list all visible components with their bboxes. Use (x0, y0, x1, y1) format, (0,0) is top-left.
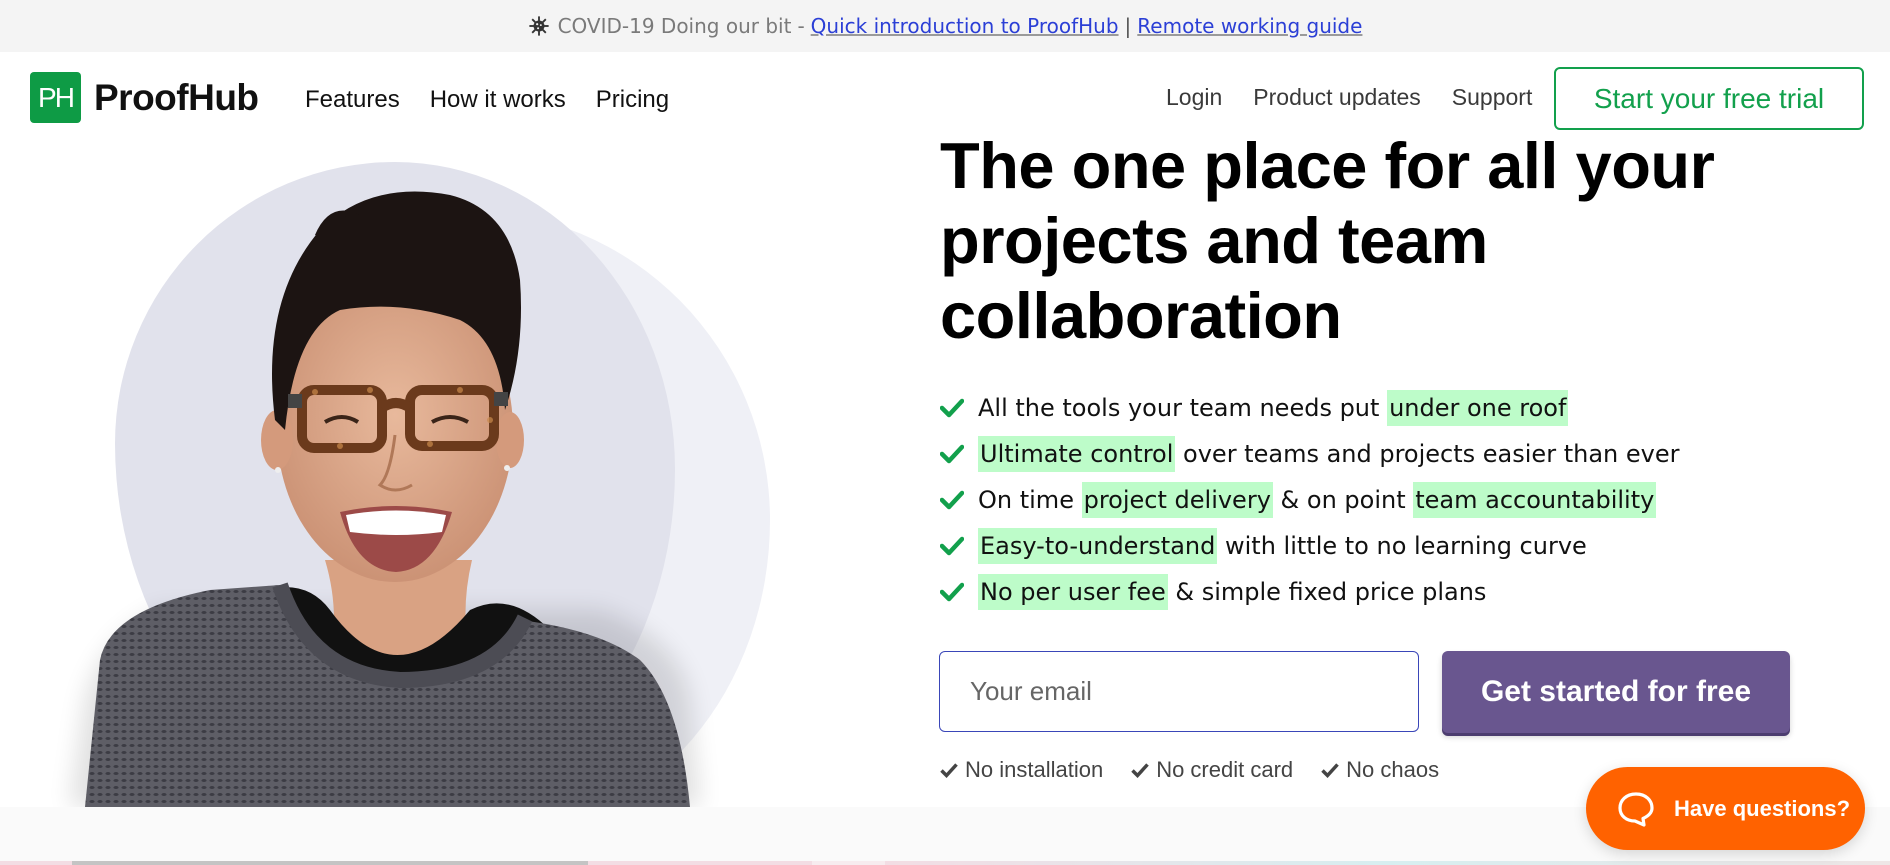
feature-item: No per user fee & simple fixed price pla… (940, 569, 1679, 615)
proofhub-logo[interactable]: PH ProofHub (30, 72, 259, 123)
virus-icon (528, 16, 549, 36)
chat-label: Have questions? (1674, 795, 1851, 821)
next-section-edge (0, 861, 1890, 865)
checkmark-icon (940, 762, 958, 778)
feature-text: & on point (1272, 486, 1414, 514)
feature-highlight: under one roof (1387, 390, 1569, 426)
have-questions-chat-button[interactable]: Have questions? (1586, 767, 1865, 850)
feature-highlight: Easy-to-understand (978, 528, 1218, 564)
perk-text: No installation (965, 757, 1104, 782)
feature-text: & simple fixed price plans (1167, 578, 1487, 606)
checkmark-icon (1321, 762, 1339, 778)
perk-item: No installation (940, 757, 1103, 783)
secondary-nav: Login Product updates Support (1166, 84, 1532, 111)
primary-nav: Features How it works Pricing (305, 86, 669, 114)
logo-mark-icon: PH (30, 72, 81, 123)
perks-list: No installation No credit card No chaos (940, 757, 1439, 783)
quick-intro-link[interactable]: Quick introduction to ProofHub (811, 14, 1119, 38)
edge-segment (72, 861, 588, 865)
get-started-button[interactable]: Get started for free (1442, 651, 1790, 733)
feature-item: On time project delivery & on point team… (940, 477, 1679, 523)
nav-support[interactable]: Support (1452, 84, 1533, 111)
feature-text: with little to no learning curve (1217, 532, 1587, 560)
perk-text: No chaos (1346, 757, 1440, 782)
feature-highlight: Ultimate control (978, 436, 1176, 472)
feature-text: over teams and projects easier than ever (1175, 440, 1680, 468)
headline-line-1: The one place for all your (940, 129, 1715, 202)
chat-bubble-icon (1618, 791, 1654, 827)
check-icon (940, 488, 968, 512)
edge-segment (588, 861, 812, 865)
check-icon (940, 580, 968, 604)
nav-features[interactable]: Features (305, 86, 400, 114)
feature-list: All the tools your team needs put under … (940, 385, 1679, 615)
announcement-text: COVID-19 Doing our bit (557, 14, 792, 38)
feature-highlight: team accountability (1413, 482, 1657, 518)
check-icon (940, 534, 968, 558)
feature-item: All the tools your team needs put under … (940, 385, 1679, 431)
hero-illustration (40, 140, 800, 807)
edge-segment (0, 861, 72, 865)
check-icon (940, 442, 968, 466)
feature-highlight: No per user fee (978, 574, 1168, 610)
remote-guide-link[interactable]: Remote working guide (1137, 14, 1362, 38)
feature-item: Easy-to-understand with little to no lea… (940, 523, 1679, 569)
email-input[interactable] (939, 651, 1419, 732)
headline-line-2: projects and team (940, 204, 1488, 277)
feature-text: On time (978, 486, 1082, 514)
feature-item: Ultimate control over teams and projects… (940, 431, 1679, 477)
perk-item: No chaos (1321, 757, 1439, 783)
checkmark-icon (1131, 762, 1149, 778)
hero-headline: The one place for all your projects and … (940, 128, 1840, 353)
headline-line-3: collaboration (940, 279, 1342, 352)
feature-text: All the tools your team needs put (978, 394, 1388, 422)
nav-how-it-works[interactable]: How it works (430, 86, 566, 114)
logo-text: ProofHub (94, 76, 259, 118)
edge-segment (812, 861, 885, 865)
start-free-trial-button[interactable]: Start your free trial (1554, 67, 1864, 130)
feature-highlight: project delivery (1081, 482, 1273, 518)
announcement-bar: COVID-19 Doing our bit - Quick introduct… (0, 0, 1890, 52)
nav-login[interactable]: Login (1166, 84, 1222, 111)
announcement-separator: | (1124, 14, 1132, 38)
perk-text: No credit card (1156, 757, 1294, 782)
nav-pricing[interactable]: Pricing (596, 86, 669, 114)
check-icon (940, 396, 968, 420)
announcement-dash: - (797, 14, 805, 38)
perk-item: No credit card (1131, 757, 1293, 783)
edge-segment (885, 861, 1890, 865)
nav-product-updates[interactable]: Product updates (1253, 84, 1421, 111)
smiling-woman-photo (70, 191, 700, 807)
